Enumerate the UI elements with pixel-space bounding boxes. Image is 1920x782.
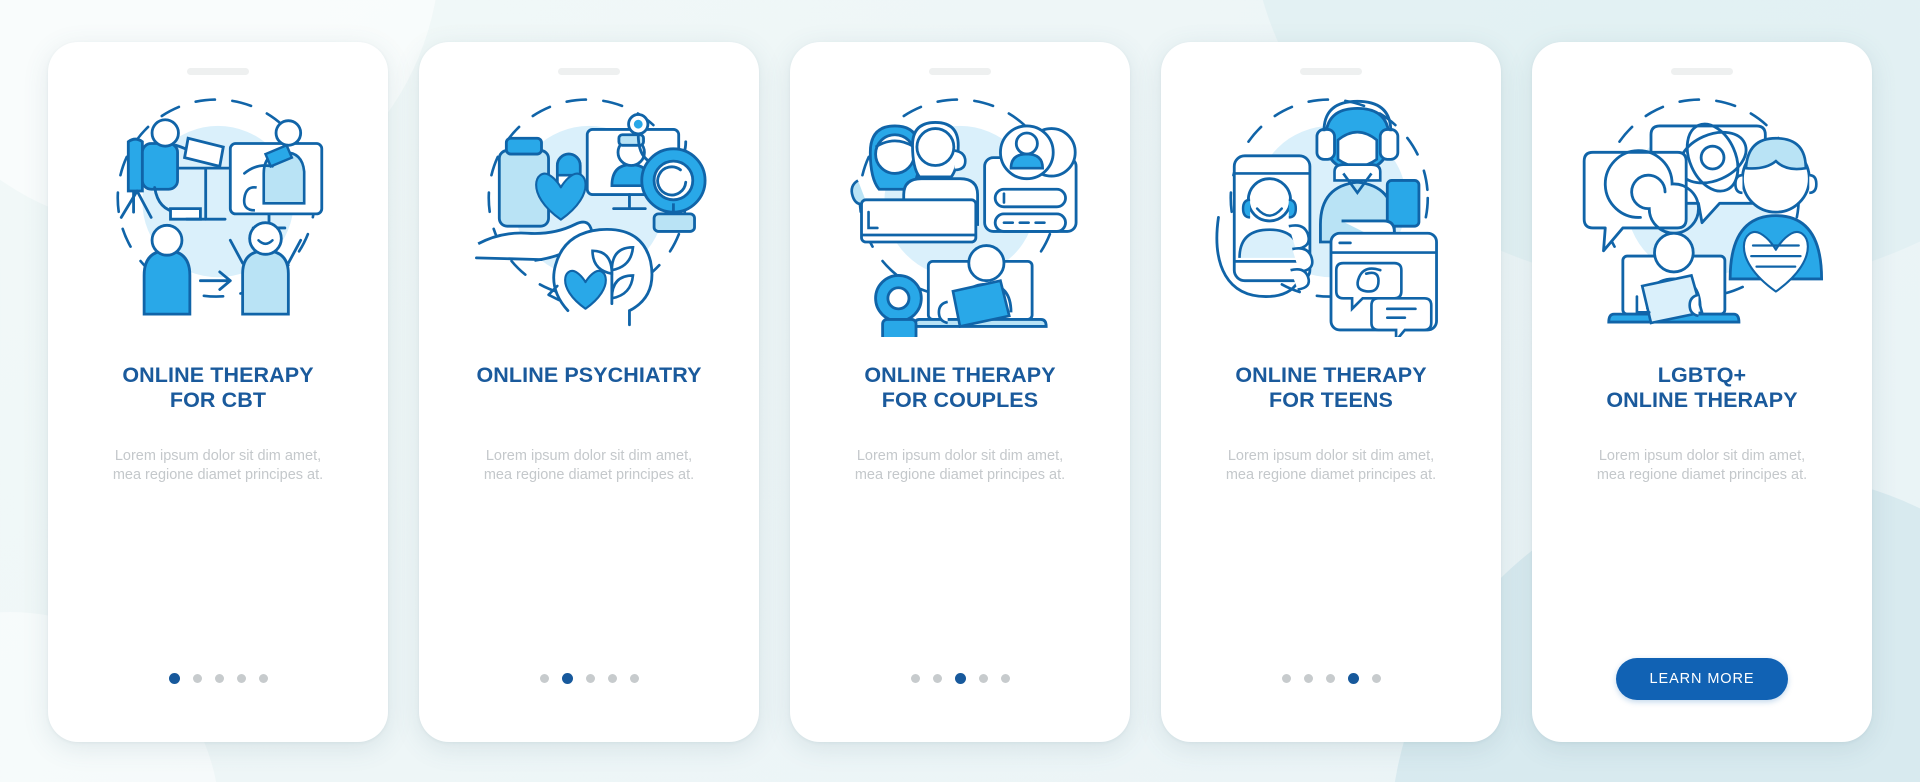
pagination-dot-4[interactable]	[978, 674, 988, 683]
onboarding-card-lgbtq-online-therapy: LGBTQ+ ONLINE THERAPY Lorem ipsum dolor si…	[1532, 42, 1872, 742]
pagination-dot-1[interactable]	[1281, 674, 1291, 683]
card-body-text: Lorem ipsum dolor sit dim amet, mea regi…	[483, 448, 695, 483]
card-body-text: Lorem ipsum dolor sit dim amet, mea regi…	[112, 448, 324, 483]
pagination-dot-5[interactable]	[1000, 674, 1010, 683]
card-title-line-2: ONLINE THERAPY	[1606, 388, 1798, 413]
pagination-dot-1[interactable]	[539, 674, 549, 683]
card-title: ONLINE THERAPY FOR CBT	[122, 363, 313, 417]
pagination-dot-2[interactable]	[192, 674, 202, 683]
phone-speaker-bar	[187, 68, 249, 75]
pagination-dot-5[interactable]	[629, 674, 639, 683]
pagination-dot-5[interactable]	[258, 674, 268, 683]
phone-speaker-bar	[558, 68, 620, 75]
card-title-line-1: LGBTQ+	[1657, 363, 1747, 387]
onboarding-card-online-therapy-for-couples: ONLINE THERAPY FOR COUPLES Lorem ipsum dol…	[790, 42, 1130, 742]
phone-speaker-bar	[929, 68, 991, 75]
psychiatry-medication-illustration	[459, 89, 719, 337]
card-title: ONLINE THERAPY FOR TEENS	[1235, 363, 1426, 417]
teen-headphones-chat-illustration	[1201, 89, 1461, 337]
card-title-line-2: FOR CBT	[169, 388, 267, 413]
pagination-dots	[539, 673, 639, 684]
card-body-text: Lorem ipsum dolor sit dim amet, mea regi…	[1225, 448, 1437, 483]
pagination-dots	[168, 673, 268, 684]
onboarding-card-online-psychiatry: ONLINE PSYCHIATRY Lorem ipsum dolor sit d…	[419, 42, 759, 742]
card-title: ONLINE THERAPY FOR COUPLES	[864, 363, 1055, 417]
pagination-dot-1-active[interactable]	[168, 673, 180, 684]
card-body-text: Lorem ipsum dolor sit dim amet, mea regi…	[1596, 448, 1808, 483]
learn-more-button[interactable]: LEARN MORE	[1615, 658, 1789, 700]
onboarding-screen-strip: ONLINE THERAPY FOR CBT Lorem ipsum dolor s…	[0, 0, 1920, 782]
couples-video-call-illustration	[830, 89, 1090, 337]
pagination-dot-2[interactable]	[932, 674, 942, 683]
pagination-dot-4[interactable]	[607, 674, 617, 683]
onboarding-card-online-therapy-for-cbt: ONLINE THERAPY FOR CBT Lorem ipsum dolor s…	[48, 42, 388, 742]
pagination-dot-3[interactable]	[585, 674, 595, 683]
pagination-dots	[910, 673, 1010, 684]
pagination-dot-2-active[interactable]	[561, 673, 573, 684]
pagination-dot-2[interactable]	[1303, 674, 1313, 683]
card-title: LGBTQ+ ONLINE THERAPY	[1606, 363, 1797, 417]
card-title-line-1: ONLINE THERAPY	[1235, 363, 1427, 387]
phone-speaker-bar	[1300, 68, 1362, 75]
cbt-session-illustration	[88, 89, 348, 337]
pagination-dot-4[interactable]	[236, 674, 246, 683]
card-title-line-1: ONLINE THERAPY	[864, 363, 1056, 387]
onboarding-card-online-therapy-for-teens: ONLINE THERAPY FOR TEENS Lorem ipsum dolor…	[1161, 42, 1501, 742]
lgbtq-chat-bubbles-illustration	[1572, 89, 1832, 337]
card-title-line-1: ONLINE PSYCHIATRY	[476, 363, 702, 387]
pagination-dot-5[interactable]	[1371, 674, 1381, 683]
card-title-line-1: ONLINE THERAPY	[122, 363, 314, 387]
card-body-text: Lorem ipsum dolor sit dim amet, mea regi…	[854, 448, 1066, 483]
pagination-dot-3[interactable]	[1325, 674, 1335, 683]
pagination-dot-4-active[interactable]	[1347, 673, 1359, 684]
card-title-line-2: FOR TEENS	[1269, 388, 1393, 413]
pagination-dot-3[interactable]	[214, 674, 224, 683]
card-title: ONLINE PSYCHIATRY	[476, 363, 701, 417]
pagination-dots	[1281, 673, 1381, 684]
phone-speaker-bar	[1671, 68, 1733, 75]
pagination-dot-1[interactable]	[910, 674, 920, 683]
pagination-dot-3-active[interactable]	[954, 673, 966, 684]
card-title-line-2: FOR COUPLES	[881, 388, 1039, 413]
